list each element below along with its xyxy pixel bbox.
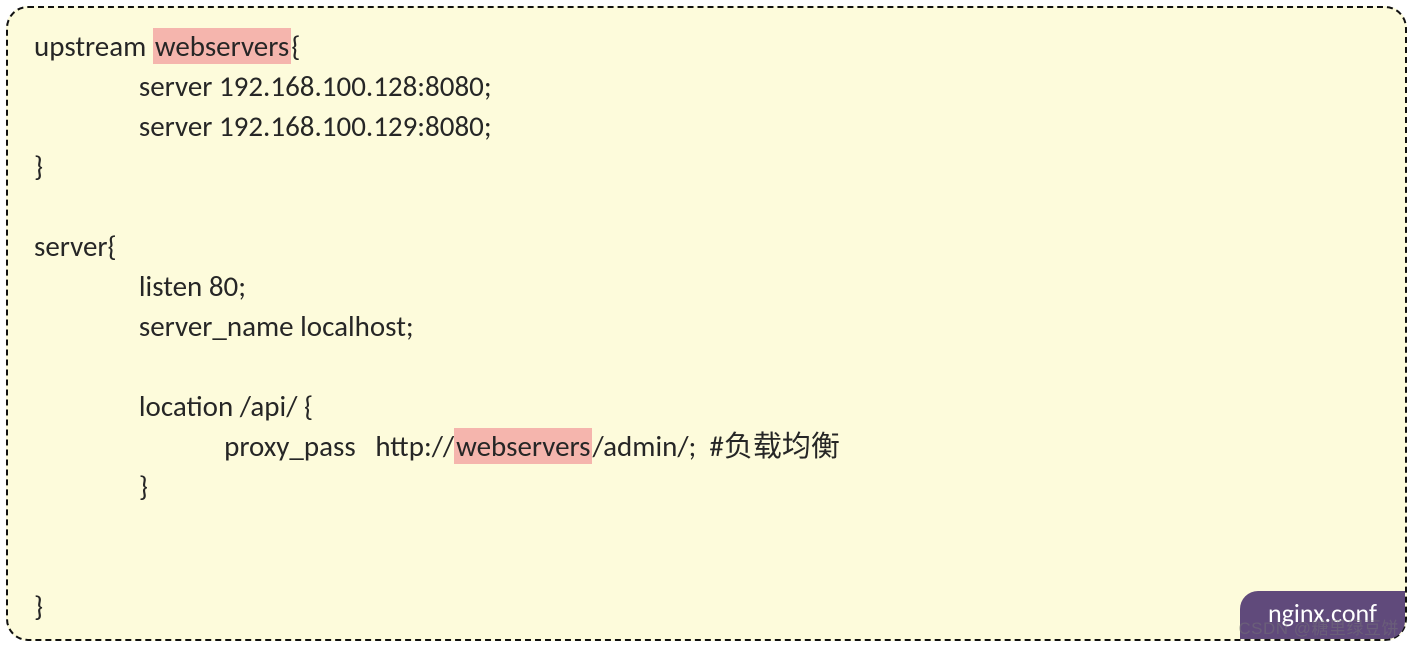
- filename-badge: nginx.conf: [1240, 591, 1405, 639]
- highlight-webservers-upstream: webservers: [153, 28, 291, 64]
- code-line-11a: proxy_pass http://: [34, 428, 454, 464]
- code-line-7: listen 80;: [34, 268, 246, 304]
- code-line-6: server{: [34, 228, 117, 264]
- code-line-11c: /admin/; #负载均衡: [592, 428, 839, 464]
- highlight-webservers-proxypass: webservers: [454, 428, 592, 464]
- code-line-8: server_name localhost;: [34, 308, 414, 344]
- code-line-10: location /api/ {: [34, 388, 313, 424]
- nginx-config-code: upstream webservers{ server 192.168.100.…: [34, 26, 1379, 626]
- code-line-2: server 192.168.100.128:8080;: [34, 68, 492, 104]
- config-code-box: upstream webservers{ server 192.168.100.…: [6, 6, 1407, 641]
- code-line-15: }: [34, 588, 43, 624]
- code-line-3: server 192.168.100.129:8080;: [34, 108, 492, 144]
- code-line-4: }: [34, 148, 43, 184]
- code-line-12: }: [34, 468, 148, 504]
- code-line-1a: upstream: [34, 28, 153, 64]
- code-line-1c: {: [291, 28, 300, 64]
